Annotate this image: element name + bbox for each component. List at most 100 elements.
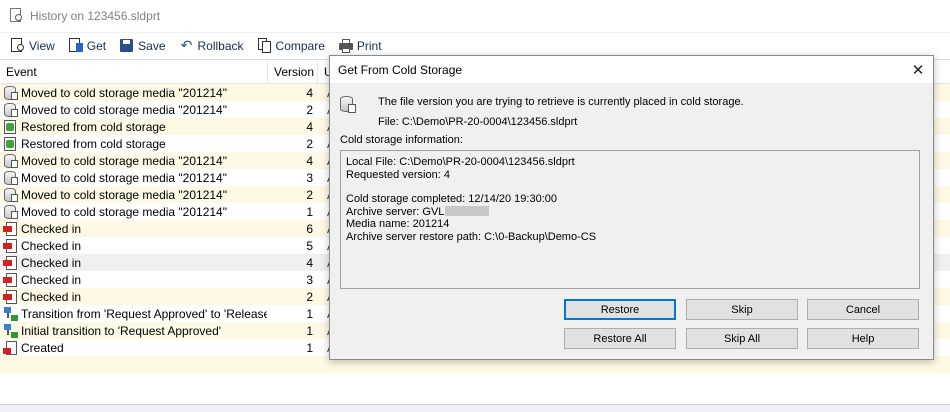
version-cell: 1 <box>306 340 313 355</box>
event-cell: Created <box>0 340 267 356</box>
save-button[interactable]: Save <box>119 38 166 53</box>
get-label: Get <box>86 38 107 53</box>
cold-storage-icon <box>3 102 19 118</box>
dialog-title: Get From Cold Storage <box>338 62 463 77</box>
skip-button[interactable]: Skip <box>686 299 798 320</box>
save-icon <box>119 38 135 53</box>
dialog-body: The file version you are trying to retri… <box>330 83 933 360</box>
cold-storage-icon <box>340 96 356 114</box>
event-cell: Initial transition to 'Request Approved' <box>0 323 267 339</box>
compare-icon <box>257 38 273 53</box>
version-cell: 2 <box>306 136 313 151</box>
event-cell: Moved to cold storage media "201214" <box>0 187 267 203</box>
event-cell: Transition from 'Request Approved' to 'R… <box>0 306 267 322</box>
event-text: Created <box>21 340 64 355</box>
event-text: Checked in <box>21 238 82 253</box>
dialog-title-bar: Get From Cold Storage ✕ <box>330 56 933 83</box>
version-cell: 3 <box>306 272 313 287</box>
version-cell: 4 <box>306 85 313 100</box>
check-in-icon <box>3 255 19 271</box>
view-label: View <box>29 38 55 53</box>
version-cell: 2 <box>306 102 313 117</box>
version-cell: 1 <box>306 323 313 338</box>
window-title-bar: History on 123456.sldprt <box>0 0 950 32</box>
event-cell: Checked in <box>0 272 267 288</box>
dialog-message: The file version you are trying to retri… <box>378 96 744 108</box>
event-text: Moved to cold storage media "201214" <box>21 85 227 100</box>
restore-all-button[interactable]: Restore All <box>564 328 676 349</box>
redacted-block <box>445 205 490 216</box>
event-cell: Restored from cold storage <box>0 136 267 152</box>
event-text: Transition from 'Request Approved' to 'R… <box>21 306 267 321</box>
event-text: Checked in <box>21 221 82 236</box>
event-text: Moved to cold storage media "201214" <box>21 170 227 185</box>
event-text: Checked in <box>21 255 82 270</box>
view-icon <box>10 38 26 53</box>
close-icon[interactable]: ✕ <box>903 61 933 79</box>
history-icon <box>10 8 24 24</box>
cold-storage-dialog: Get From Cold Storage ✕ The file version… <box>329 55 934 360</box>
event-text: Moved to cold storage media "201214" <box>21 153 227 168</box>
version-cell: 1 <box>306 204 313 219</box>
event-cell: Moved to cold storage media "201214" <box>0 204 267 220</box>
event-text: Restored from cold storage <box>21 136 166 151</box>
check-in-icon <box>3 238 19 254</box>
version-cell: 2 <box>306 187 313 202</box>
event-cell: Moved to cold storage media "201214" <box>0 102 267 118</box>
window-title: History on 123456.sldprt <box>30 9 161 23</box>
status-strip <box>0 404 950 412</box>
event-text: Moved to cold storage media "201214" <box>21 102 227 117</box>
restore-button[interactable]: Restore <box>564 299 676 320</box>
empty-row <box>0 373 950 390</box>
rollback-button[interactable]: ↶ Rollback <box>179 38 244 53</box>
save-label: Save <box>138 38 166 53</box>
dialog-file-path: File: C:\Demo\PR-20-0004\123456.sldprt <box>378 116 578 128</box>
help-button[interactable]: Help <box>807 328 919 349</box>
column-header-version[interactable]: Version <box>268 59 318 84</box>
transition-icon <box>3 306 19 322</box>
get-button[interactable]: Get <box>68 38 106 53</box>
info-archive-server-text: Archive server: GVL <box>346 205 445 218</box>
event-text: Checked in <box>21 289 82 304</box>
skip-all-button[interactable]: Skip All <box>686 328 798 349</box>
restored-icon <box>3 119 19 135</box>
info-archive-server: Archive server: GVL <box>346 205 914 219</box>
compare-button[interactable]: Compare <box>257 38 325 53</box>
cold-storage-icon <box>3 204 19 220</box>
version-cell: 4 <box>306 119 313 134</box>
info-local-file: Local File: C:\Demo\PR-20-0004\123456.sl… <box>346 156 575 168</box>
check-in-icon <box>3 272 19 288</box>
event-cell: Checked in <box>0 289 267 305</box>
cold-storage-icon <box>3 153 19 169</box>
version-cell: 5 <box>306 238 313 253</box>
event-text: Restored from cold storage <box>21 119 166 134</box>
rollback-icon: ↶ <box>180 37 193 53</box>
get-icon <box>68 38 84 53</box>
version-cell: 3 <box>306 170 313 185</box>
event-cell: Restored from cold storage <box>0 119 267 135</box>
view-button[interactable]: View <box>10 38 55 53</box>
event-cell: Moved to cold storage media "201214" <box>0 153 267 169</box>
event-text: Initial transition to 'Request Approved' <box>21 323 222 338</box>
info-media-name: Media name: 201214 <box>346 218 450 230</box>
version-cell: 6 <box>306 221 313 236</box>
event-cell: Checked in <box>0 221 267 237</box>
event-cell: Moved to cold storage media "201214" <box>0 170 267 186</box>
cold-storage-icon <box>3 85 19 101</box>
check-in-icon <box>3 221 19 237</box>
cold-storage-icon <box>3 170 19 186</box>
rollback-label: Rollback <box>197 38 244 53</box>
check-in-icon <box>3 289 19 305</box>
print-button[interactable]: Print <box>338 38 382 53</box>
created-icon <box>3 340 19 356</box>
info-restore-path: Archive server restore path: C:\0-Backup… <box>346 230 597 243</box>
print-label: Print <box>356 38 382 53</box>
info-storage-completed: Cold storage completed: 12/14/20 19:30:0… <box>346 193 557 205</box>
event-text: Checked in <box>21 272 82 287</box>
column-header-event[interactable]: Event <box>0 59 268 84</box>
cold-storage-info-box: Local File: C:\Demo\PR-20-0004\123456.sl… <box>340 150 920 289</box>
event-text: Moved to cold storage media "201214" <box>21 204 227 219</box>
event-text: Moved to cold storage media "201214" <box>21 187 227 202</box>
cancel-button[interactable]: Cancel <box>807 299 919 320</box>
info-requested-version: Requested version: 4 <box>346 168 450 181</box>
